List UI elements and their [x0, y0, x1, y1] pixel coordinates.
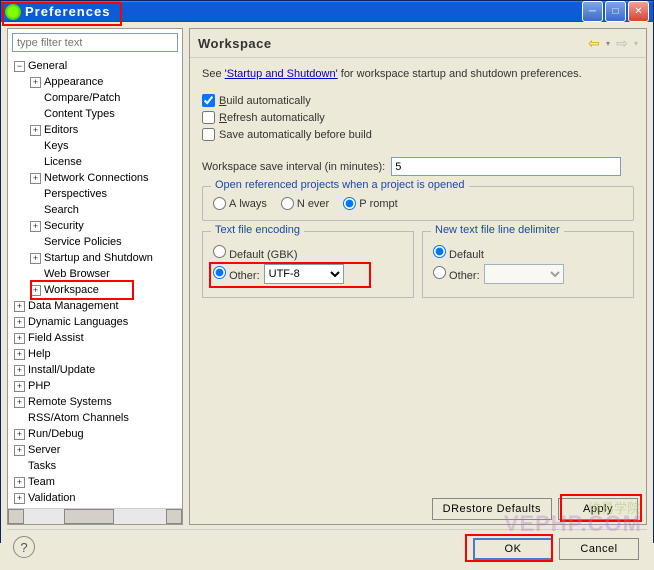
save-before-build-label: Save automatically before build — [219, 129, 372, 141]
encoding-other-radio[interactable]: Other: — [213, 266, 260, 282]
close-button[interactable]: ✕ — [628, 1, 649, 22]
preferences-tree-panel: −General+AppearanceCompare/PatchContent … — [7, 28, 183, 525]
save-interval-input[interactable] — [391, 157, 621, 176]
tree-item[interactable]: +Remote Systems — [8, 394, 182, 410]
tree-item[interactable]: License — [8, 154, 182, 170]
expand-icon[interactable]: + — [14, 301, 25, 312]
expand-icon[interactable]: + — [30, 173, 41, 184]
nav-back-icon[interactable]: ⇦ — [586, 35, 602, 51]
refresh-automatically-label: Refresh automatically — [219, 112, 325, 124]
expand-icon[interactable]: + — [14, 397, 25, 408]
minimize-button[interactable]: ─ — [582, 1, 603, 22]
page-title: Workspace — [198, 36, 586, 51]
expand-icon[interactable]: − — [14, 61, 25, 72]
tree-item[interactable]: Keys — [8, 138, 182, 154]
open-never-radio[interactable]: Never — [281, 197, 329, 210]
tree-item[interactable]: +Install/Update — [8, 362, 182, 378]
tree-item[interactable]: +Field Assist — [8, 330, 182, 346]
tree-item[interactable]: Service Policies — [8, 234, 182, 250]
nav-forward-icon: ⇨ — [614, 35, 630, 51]
expand-icon[interactable]: + — [30, 125, 41, 136]
preferences-tree[interactable]: −General+AppearanceCompare/PatchContent … — [8, 56, 182, 508]
restore-defaults-button[interactable]: DRestore DefaultsRestore Defaults — [432, 498, 552, 520]
tree-item[interactable]: −General — [8, 58, 182, 74]
ok-button[interactable]: OK — [473, 538, 553, 560]
refresh-automatically-checkbox[interactable] — [202, 111, 215, 124]
encoding-group-title: Text file encoding — [211, 224, 304, 236]
tree-item[interactable]: +Appearance — [8, 74, 182, 90]
delimiter-other-radio[interactable]: Other: — [433, 266, 480, 282]
cancel-button[interactable]: Cancel — [559, 538, 639, 560]
save-interval-label: Workspace save interval (in minutes): — [202, 161, 385, 173]
expand-icon[interactable]: + — [30, 253, 41, 264]
expand-icon[interactable]: + — [30, 77, 41, 88]
expand-icon[interactable]: + — [14, 381, 25, 392]
tree-item[interactable]: +Run/Debug — [8, 426, 182, 442]
build-automatically-checkbox[interactable] — [202, 94, 215, 107]
see-link-text: See 'Startup and Shutdown' for workspace… — [202, 68, 634, 80]
scroll-right-arrow[interactable] — [166, 509, 182, 524]
tree-item[interactable]: +Help — [8, 346, 182, 362]
tree-item[interactable]: Web Browser — [8, 266, 182, 282]
tree-item[interactable]: +Network Connections — [8, 170, 182, 186]
expand-icon[interactable]: + — [30, 285, 41, 296]
tree-item[interactable]: +Startup and Shutdown — [8, 250, 182, 266]
tree-item[interactable]: Content Types — [8, 106, 182, 122]
tree-horizontal-scrollbar[interactable] — [8, 508, 182, 524]
expand-icon[interactable]: + — [14, 493, 25, 504]
tree-item[interactable]: +Workspace — [8, 282, 182, 298]
open-always-radio[interactable]: Always — [213, 197, 267, 210]
scroll-thumb[interactable] — [64, 509, 114, 524]
titlebar[interactable]: Preferences ─ □ ✕ — [1, 1, 653, 22]
tree-item[interactable]: +Team — [8, 474, 182, 490]
save-before-build-checkbox[interactable] — [202, 128, 215, 141]
build-automatically-label: BBuild automaticallyuild automatically — [219, 95, 311, 107]
expand-icon[interactable]: + — [14, 429, 25, 440]
app-icon — [5, 4, 21, 20]
tree-item[interactable]: Search — [8, 202, 182, 218]
expand-icon[interactable]: + — [14, 477, 25, 488]
expand-icon[interactable]: + — [14, 349, 25, 360]
expand-icon[interactable]: + — [14, 317, 25, 328]
tree-item[interactable]: RSS/Atom Channels — [8, 410, 182, 426]
tree-item[interactable]: Perspectives — [8, 186, 182, 202]
apply-button[interactable]: Apply — [558, 498, 638, 520]
tree-item[interactable]: Compare/Patch — [8, 90, 182, 106]
tree-item[interactable]: +Editors — [8, 122, 182, 138]
delimiter-group-title: New text file line delimiter — [431, 224, 564, 236]
tree-item[interactable]: +Dynamic Languages — [8, 314, 182, 330]
tree-item[interactable]: +Validation — [8, 490, 182, 506]
tree-item[interactable]: +Server — [8, 442, 182, 458]
tree-item[interactable]: Tasks — [8, 458, 182, 474]
scroll-left-arrow[interactable] — [8, 509, 24, 524]
preferences-content-panel: Workspace ⇦▾ ⇨▾ See 'Startup and Shutdow… — [189, 28, 647, 525]
tree-item[interactable]: +Security — [8, 218, 182, 234]
delimiter-select — [484, 264, 564, 284]
encoding-default-radio[interactable]: Default (GBK) — [213, 245, 298, 261]
tree-item[interactable]: +Data Management — [8, 298, 182, 314]
open-prompt-radio[interactable]: Prompt — [343, 197, 397, 210]
expand-icon[interactable]: + — [14, 445, 25, 456]
open-referenced-group-title: Open referenced projects when a project … — [211, 179, 469, 191]
delimiter-default-radio[interactable]: Default — [433, 245, 484, 261]
expand-icon[interactable]: + — [14, 365, 25, 376]
expand-icon[interactable]: + — [30, 221, 41, 232]
encoding-select[interactable]: UTF-8 — [264, 264, 344, 284]
tree-item[interactable]: +PHP — [8, 378, 182, 394]
maximize-button[interactable]: □ — [605, 1, 626, 22]
startup-shutdown-link[interactable]: 'Startup and Shutdown' — [225, 68, 338, 80]
expand-icon[interactable]: + — [14, 333, 25, 344]
help-icon[interactable]: ? — [13, 536, 35, 558]
filter-input[interactable] — [12, 33, 178, 52]
window-title: Preferences — [25, 4, 582, 19]
